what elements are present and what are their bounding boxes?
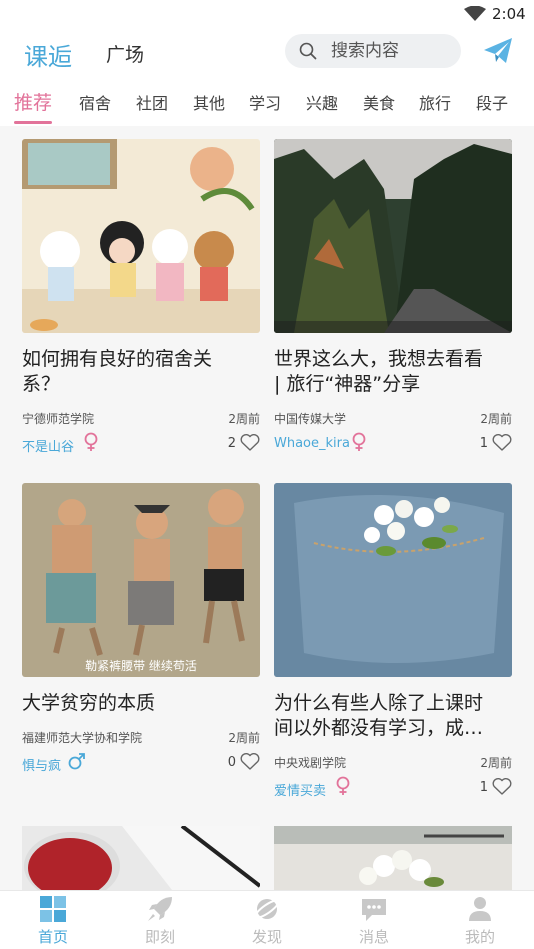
search-icon	[299, 42, 317, 60]
post-title[interactable]: 如何拥有良好的宿舍关 系？	[22, 347, 260, 397]
tab-interest[interactable]: 兴趣	[306, 90, 338, 114]
person-icon	[469, 897, 491, 921]
tab-study[interactable]: 学习	[249, 90, 281, 114]
status-bar: 2:04	[0, 0, 534, 28]
like-count: 1	[479, 780, 488, 795]
image-caption: 勒紧裤腰带 继续苟活	[85, 659, 197, 673]
nav-label: 消息	[358, 928, 389, 946]
cartoon-illustration	[22, 483, 260, 677]
heart-icon[interactable]	[492, 777, 512, 795]
tab-dorm[interactable]: 宿舍	[79, 90, 111, 114]
bottom-nav: 首页 即刻 发现 消息 我的	[0, 890, 534, 949]
post-time: 2周前	[228, 412, 260, 426]
nav-profile[interactable]: 我的	[450, 891, 510, 949]
category-tabs: 推荐 宿舍 社团 其他 学习 兴趣 美食 旅行 段子	[0, 80, 534, 126]
nav-discover[interactable]: 发现	[237, 891, 297, 949]
post-image-bicycle-flowers[interactable]	[274, 826, 512, 890]
school-name: 中央戏剧学院	[274, 756, 347, 770]
nav-moments[interactable]: 即刻	[130, 891, 190, 949]
chat-bubble-icon	[362, 899, 386, 921]
like-count: 0	[227, 755, 236, 770]
tab-other[interactable]: 其他	[193, 90, 225, 114]
search-input[interactable]	[331, 34, 451, 68]
female-icon	[352, 432, 366, 451]
nav-label: 即刻	[144, 928, 175, 946]
post-card[interactable]: 世界这么大，我想去看看 | 旅行“神器”分享 中国传媒大学 2周前 Whaoe_…	[274, 139, 512, 469]
post-card[interactable]: 为什么有些人除了上课时 间以外都没有学习，成… 中央戏剧学院 2周前 爱情买卖 …	[274, 483, 512, 813]
male-icon	[68, 753, 85, 770]
active-tab-indicator	[14, 121, 52, 124]
nav-messages[interactable]: 消息	[344, 891, 404, 949]
status-time: 2:04	[492, 5, 526, 23]
search-bar[interactable]	[285, 34, 461, 68]
like-count: 2	[227, 436, 236, 451]
author-name[interactable]: 爱情买卖	[274, 780, 326, 799]
female-icon	[336, 776, 350, 795]
post-card[interactable]: 如何拥有良好的宿舍关 系？ 宁德师范学院 2周前 不是山谷 2	[22, 139, 260, 469]
plaza-tab[interactable]: 广场	[106, 40, 144, 67]
post-image-forest-road	[274, 139, 512, 333]
tab-jokes[interactable]: 段子	[476, 90, 508, 114]
nav-label: 发现	[251, 928, 282, 946]
heart-icon[interactable]	[240, 752, 260, 770]
author-name[interactable]: 惧与疯	[22, 755, 61, 774]
post-image-poor-men: 勒紧裤腰带 继续苟活	[22, 483, 260, 677]
school-name: 中国传媒大学	[274, 412, 347, 426]
app-title[interactable]: 课逅	[24, 37, 72, 72]
heart-icon[interactable]	[240, 433, 260, 451]
post-time: 2周前	[480, 412, 512, 426]
top-header: 课逅 广场	[0, 28, 534, 80]
wifi-icon	[464, 6, 486, 21]
school-name: 福建师范大学协和学院	[22, 731, 143, 745]
tab-travel[interactable]: 旅行	[419, 90, 451, 114]
nav-label: 我的	[464, 928, 495, 946]
post-image-red-bowl[interactable]	[22, 826, 260, 890]
post-time: 2周前	[228, 731, 260, 745]
post-image-jeans-flowers	[274, 483, 512, 677]
school-name: 宁德师范学院	[22, 412, 95, 426]
tab-food[interactable]: 美食	[363, 90, 395, 114]
like-count: 1	[479, 436, 488, 451]
post-card[interactable]: 勒紧裤腰带 继续苟活 大学贫穷的本质 福建师范大学协和学院 2周前 惧与疯 0	[22, 483, 260, 813]
female-icon	[84, 432, 98, 451]
post-title[interactable]: 世界这么大，我想去看看 | 旅行“神器”分享	[274, 347, 512, 397]
home-icon	[40, 896, 66, 922]
rocket-icon	[148, 897, 172, 921]
tab-club[interactable]: 社团	[136, 90, 168, 114]
post-title[interactable]: 大学贫穷的本质	[22, 691, 260, 716]
heart-icon[interactable]	[492, 433, 512, 451]
post-feed[interactable]: 如何拥有良好的宿舍关 系？ 宁德师范学院 2周前 不是山谷 2 世界这么大，我想…	[0, 126, 534, 890]
tab-recommend[interactable]: 推荐	[14, 88, 52, 115]
post-image-cartoon-girls	[22, 139, 260, 333]
nav-label: 首页	[37, 928, 68, 946]
author-name[interactable]: 不是山谷	[22, 436, 74, 455]
nav-home[interactable]: 首页	[23, 891, 83, 949]
planet-icon	[254, 899, 280, 919]
post-title[interactable]: 为什么有些人除了上课时 间以外都没有学习，成…	[274, 691, 512, 741]
author-name[interactable]: Whaoe_kira	[274, 436, 350, 451]
paper-plane-icon[interactable]	[482, 35, 514, 67]
post-time: 2周前	[480, 756, 512, 770]
